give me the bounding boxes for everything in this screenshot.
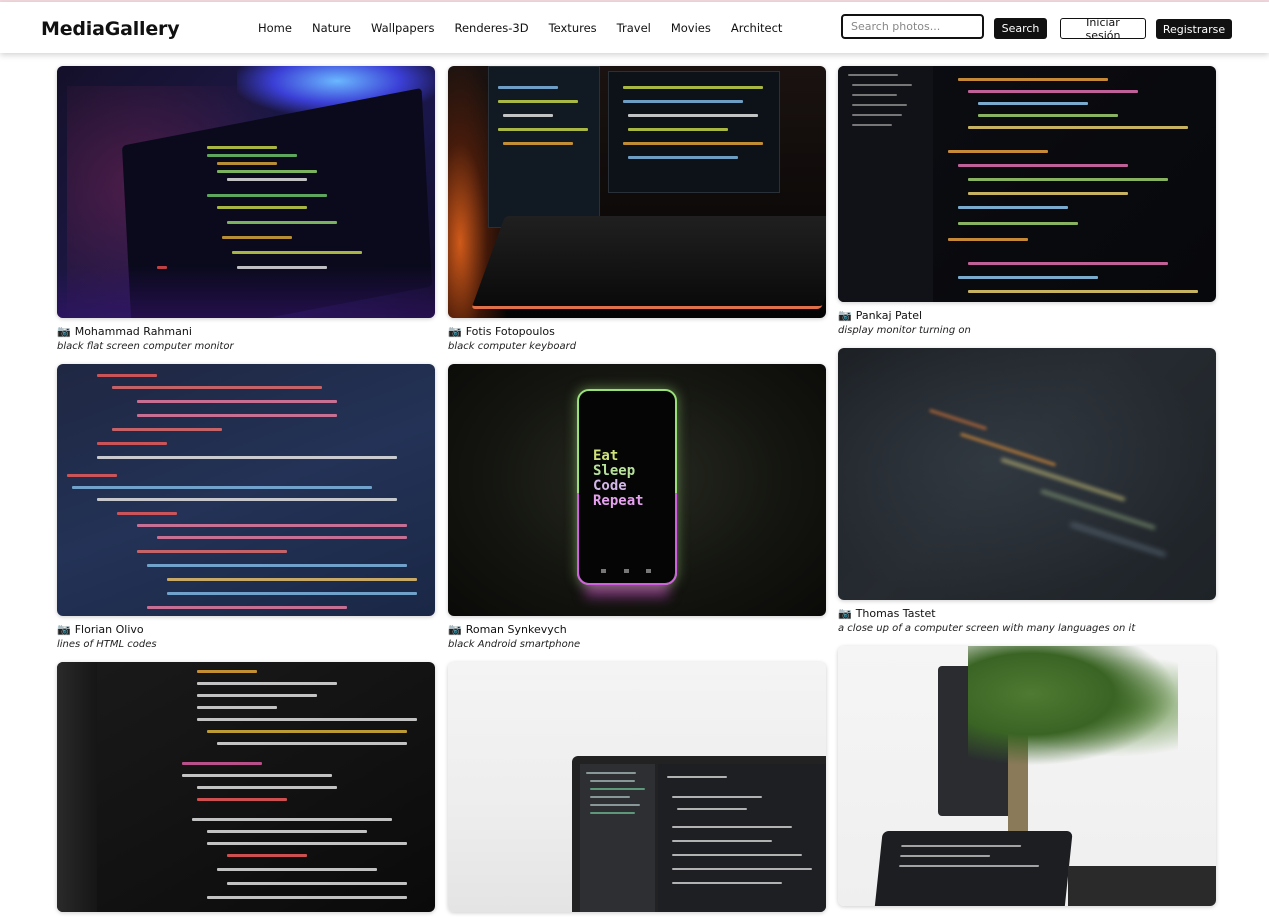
laptop-screen (572, 756, 826, 912)
blur-light (838, 348, 1216, 600)
photo-monitor-code[interactable] (838, 66, 1216, 302)
laptop (873, 831, 1073, 906)
photo-plant-laptop[interactable] (838, 646, 1216, 906)
photo-description: a close up of a computer screen with man… (838, 623, 1136, 634)
photo-author[interactable]: 📷 Mohammad Rahmani (57, 324, 435, 339)
main-nav: Home Nature Wallpapers Renderes-3D Textu… (258, 21, 802, 35)
desk-edge (1068, 866, 1216, 906)
photo-python-code[interactable] (57, 662, 435, 912)
left-monitor (488, 66, 600, 228)
photo-card[interactable]: 📷 Florian Olivo lines of HTML codes (57, 364, 435, 653)
author-name: Fotis Fotopoulos (465, 325, 555, 338)
photo-laptop-code[interactable] (57, 66, 435, 318)
camera-icon: 📷 (838, 607, 852, 620)
photo-card[interactable]: 📷 Mohammad Rahmani black flat screen comp… (57, 66, 435, 355)
camera-icon: 📷 (448, 325, 462, 338)
photo-smartphone[interactable]: Eat Sleep Code Repeat (448, 364, 826, 616)
photo-author[interactable]: 📷 Fotis Fotopoulos (448, 324, 826, 339)
photo-card[interactable]: Eat Sleep Code Repeat 📷 Roman Synkevych b… (448, 364, 826, 653)
photo-author[interactable]: 📷 Roman Synkevych (448, 622, 826, 637)
phone-text-eat: Eat (593, 448, 619, 464)
photo-keyboard[interactable] (448, 66, 826, 318)
author-name: Mohammad Rahmani (74, 325, 192, 338)
phone-nav-bar (601, 569, 651, 573)
camera-icon: 📷 (448, 623, 462, 636)
photo-card[interactable]: 📷 Thomas Tastet a close up of a computer … (838, 348, 1216, 637)
photo-description: lines of HTML codes (57, 639, 157, 650)
photo-description: display monitor turning on (838, 325, 971, 336)
site-logo[interactable]: MediaGallery (41, 18, 180, 40)
nav-home[interactable]: Home (258, 21, 292, 35)
register-button[interactable]: Registrarse (1156, 19, 1232, 39)
author-name: Pankaj Patel (855, 309, 923, 322)
plant-leaves (968, 646, 1178, 766)
nav-architect[interactable]: Architect (731, 21, 783, 35)
photo-laptop-desk[interactable] (448, 662, 826, 912)
nav-wallpapers[interactable]: Wallpapers (371, 21, 435, 35)
photo-html-code[interactable] (57, 364, 435, 616)
phone-text-sleep: Sleep (593, 463, 636, 479)
camera-icon: 📷 (838, 309, 852, 322)
photo-card[interactable] (448, 662, 826, 912)
search-button[interactable]: Search (994, 18, 1047, 39)
file-explorer (580, 764, 655, 912)
photo-author[interactable]: 📷 Thomas Tastet (838, 606, 1216, 621)
nav-travel[interactable]: Travel (617, 21, 651, 35)
photo-description: black Android smartphone (448, 639, 581, 650)
search-input[interactable] (841, 14, 984, 39)
photo-card[interactable]: 📷 Fotis Fotopoulos black computer keyboar… (448, 66, 826, 355)
nav-movies[interactable]: Movies (671, 21, 711, 35)
nav-textures[interactable]: Textures (549, 21, 597, 35)
keyboard (471, 216, 826, 309)
author-name: Florian Olivo (74, 623, 144, 636)
gallery-column-1: 📷 Mohammad Rahmani black flat screen comp… (57, 66, 435, 921)
photo-description: black flat screen computer monitor (57, 341, 234, 352)
nav-nature[interactable]: Nature (312, 21, 351, 35)
nav-renderes-3d[interactable]: Renderes-3D (454, 21, 528, 35)
monitor-edge (57, 662, 97, 912)
gallery-column-3: 📷 Pankaj Patel display monitor turning on… (838, 66, 1216, 915)
photo-card[interactable] (57, 662, 435, 912)
gallery-column-2: 📷 Fotis Fotopoulos black computer keyboar… (448, 66, 826, 921)
camera-icon: 📷 (57, 325, 71, 338)
code-editor (658, 764, 826, 912)
photo-card[interactable]: 📷 Pankaj Patel display monitor turning on (838, 66, 1216, 339)
camera-icon: 📷 (57, 623, 71, 636)
author-name: Thomas Tastet (855, 607, 936, 620)
phone-text-repeat: Repeat (593, 493, 644, 509)
right-monitor (608, 71, 780, 193)
top-navbar: MediaGallery Home Nature Wallpapers Rend… (0, 2, 1269, 53)
lower-shade (57, 266, 435, 318)
photo-author[interactable]: 📷 Pankaj Patel (838, 308, 1216, 323)
smartphone: Eat Sleep Code Repeat (577, 389, 677, 585)
photo-blurred-code[interactable] (838, 348, 1216, 600)
photo-description: black computer keyboard (448, 341, 577, 352)
photo-author[interactable]: 📷 Florian Olivo (57, 622, 435, 637)
phone-text-code: Code (593, 478, 627, 494)
author-name: Roman Synkevych (465, 623, 567, 636)
photo-card[interactable] (838, 646, 1216, 906)
editor-sidebar (838, 66, 933, 302)
login-button[interactable]: Iniciar sesión (1060, 16, 1146, 42)
